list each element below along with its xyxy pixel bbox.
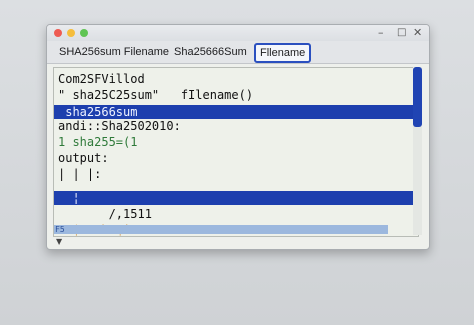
tab-sha256sum-filename[interactable]: SHA256sum Filename <box>55 44 173 60</box>
scroll-down-arrow-icon[interactable]: ▼ <box>56 237 62 246</box>
maximize-button[interactable]: □ <box>397 26 406 40</box>
code-line-2: " sha25C25sum" fIlename() <box>58 88 254 102</box>
code-line-8-selected: ¦ <box>58 191 80 205</box>
code-line-9: /,1511 <box>58 207 152 221</box>
code-line-7: | | |: <box>58 167 102 181</box>
code-line-4: andi::Sha2502010: <box>58 119 181 133</box>
code-line-6: output: <box>58 151 109 165</box>
code-line-5: 1 sha255=(1 <box>58 135 138 149</box>
tab-sha25666sum[interactable]: Sha25666Sum <box>170 44 251 60</box>
vertical-scrollbar-thumb[interactable] <box>413 67 422 127</box>
cursor-line-highlight <box>54 191 416 205</box>
tab-filename-active[interactable]: Fllename <box>254 43 312 63</box>
close-traffic-light[interactable] <box>54 29 62 37</box>
horizontal-scrollbar[interactable] <box>54 225 388 234</box>
minimize-traffic-light[interactable] <box>67 29 75 37</box>
code-editor[interactable]: Com2SFVillod " sha25C25sum" fIlename() s… <box>53 67 419 237</box>
zoom-traffic-light[interactable] <box>80 29 88 37</box>
app-window: – □ ✕ SHA256sum Filename Sha25666Sum Fll… <box>46 24 430 250</box>
scrollbar-label: F5 <box>55 225 65 234</box>
tab-bar: SHA256sum Filename Sha25666Sum Fllename <box>47 41 429 64</box>
code-line-3-selected: sha2566sum <box>58 105 138 119</box>
minimize-button[interactable]: – <box>378 26 384 40</box>
title-bar: – □ ✕ <box>47 25 429 41</box>
code-line-1: Com2SFVillod <box>58 72 145 86</box>
close-button[interactable]: ✕ <box>413 26 422 40</box>
